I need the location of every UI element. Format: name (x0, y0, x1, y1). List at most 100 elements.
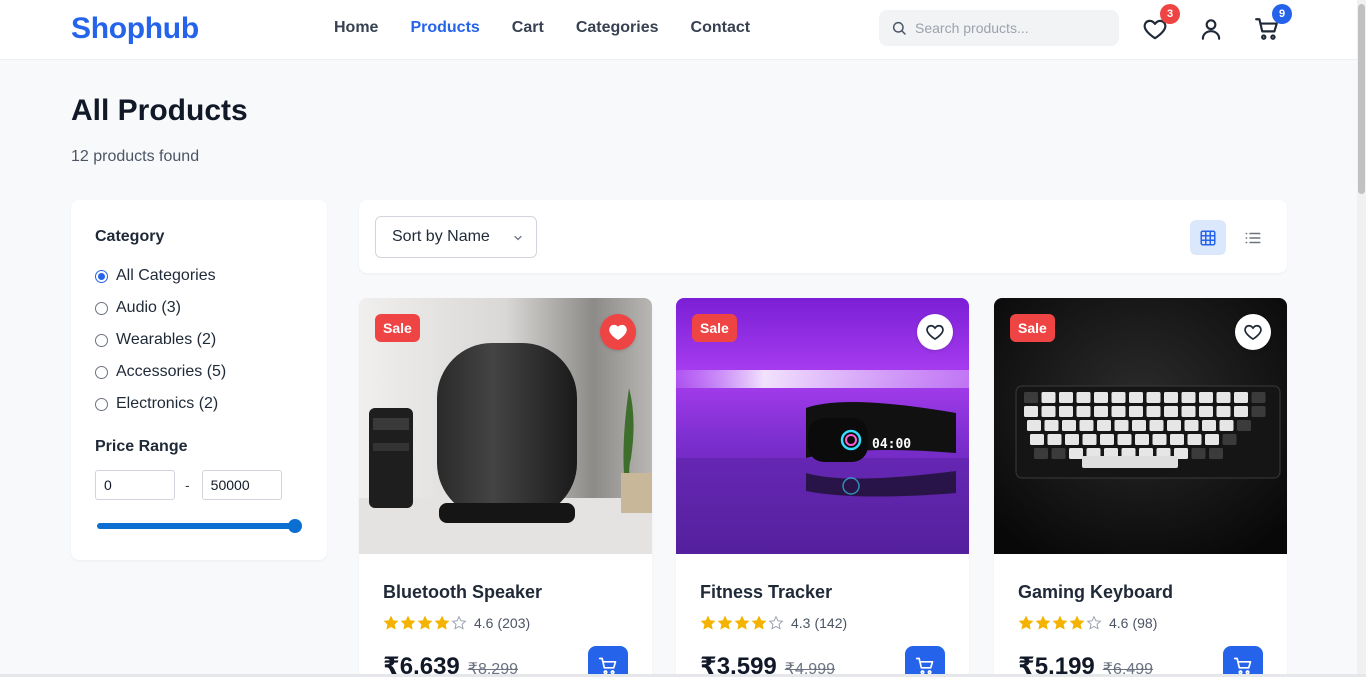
nav-home[interactable]: Home (334, 19, 378, 37)
cart-icon (915, 657, 934, 675)
sale-badge: Sale (375, 314, 420, 342)
cart-count-badge: 9 (1272, 4, 1292, 24)
category-label: Wearables (2) (116, 331, 217, 348)
cart-icon (598, 657, 617, 675)
category-option[interactable]: All Categories (95, 260, 303, 292)
scrollbar-thumb[interactable] (1358, 4, 1365, 194)
nav-contact[interactable]: Contact (691, 19, 751, 37)
price-range-slider[interactable] (95, 518, 302, 534)
page-scrollbar[interactable] (1357, 0, 1366, 677)
category-list: All Categories Audio (3) Wearables (2) Acce… (95, 260, 303, 420)
star-icon (1052, 615, 1068, 630)
star-icon (768, 615, 784, 630)
star-icon (1035, 615, 1051, 630)
star-icon (751, 615, 767, 630)
nav-products[interactable]: Products (410, 19, 479, 37)
account-button[interactable] (1198, 16, 1224, 42)
star-icon (717, 615, 733, 630)
grid-view-button[interactable] (1190, 220, 1226, 255)
grid-view-icon (1200, 230, 1216, 245)
price-range-heading: Price Range (95, 438, 188, 455)
star-icon (1018, 615, 1034, 630)
sale-badge: Sale (1010, 314, 1055, 342)
price-max-input[interactable] (201, 470, 282, 500)
sort-label: Sort by Name (392, 228, 490, 245)
star-icon (417, 615, 433, 630)
product-name[interactable]: Gaming Keyboard (1018, 582, 1173, 603)
star-rating (383, 615, 468, 631)
category-option[interactable]: Wearables (2) (95, 324, 303, 356)
category-radio[interactable] (95, 397, 108, 411)
category-radio[interactable] (95, 333, 108, 347)
add-to-cart-button[interactable] (1223, 646, 1263, 677)
price-separator: - (185, 477, 190, 493)
star-icon (434, 615, 450, 630)
category-label: All Categories (116, 267, 216, 284)
main-nav: Home Products Cart Categories Contact (334, 19, 782, 37)
product-card[interactable]: Sale Gaming Keyboard 4.6 (98) ₹5,199 ₹6,… (994, 298, 1287, 677)
filter-sidebar: Category All Categories Audio (3) Wearable… (71, 200, 327, 560)
category-label: Audio (3) (116, 299, 181, 316)
star-icon (383, 615, 399, 630)
page-title: All Products (71, 94, 248, 127)
sale-badge: Sale (692, 314, 737, 342)
cart-icon (1233, 657, 1252, 675)
product-card[interactable]: 04:00 Sale Fitness Tracker 4.3 (142) ₹3,… (676, 298, 969, 677)
review-count: (142) (814, 615, 848, 631)
add-to-cart-button[interactable] (588, 646, 628, 677)
star-icon (1086, 615, 1102, 630)
logo[interactable]: Shophub (71, 12, 199, 46)
user-icon (1201, 19, 1221, 40)
star-icon (734, 615, 750, 630)
add-to-cart-button[interactable] (905, 646, 945, 677)
price-range-inputs: - (95, 470, 303, 500)
product-rating: 4.6 (98) (1018, 615, 1157, 631)
category-option[interactable]: Accessories (5) (95, 356, 303, 388)
category-radio[interactable] (95, 365, 108, 379)
product-rating: 4.3 (142) (700, 615, 847, 631)
rating-value: 4.6 (474, 615, 494, 631)
product-toolbar: Sort by Name (359, 200, 1287, 273)
nav-cart[interactable]: Cart (512, 19, 544, 37)
wishlist-toggle[interactable] (917, 314, 953, 350)
star-rating (1018, 615, 1103, 631)
product-name[interactable]: Bluetooth Speaker (383, 582, 542, 603)
slider-fill (97, 523, 295, 529)
star-rating (700, 615, 785, 631)
top-nav-bar: Shophub Home Products Cart Categories Co… (0, 0, 1357, 60)
rating-value: 4.6 (1109, 615, 1129, 631)
category-option[interactable]: Electronics (2) (95, 388, 303, 420)
svg-text:04:00: 04:00 (872, 437, 911, 452)
search-icon (892, 21, 906, 35)
category-radio[interactable] (95, 301, 108, 315)
slider-thumb[interactable] (288, 519, 302, 533)
category-heading: Category (95, 228, 165, 245)
category-option[interactable]: Audio (3) (95, 292, 303, 324)
rating-value: 4.3 (791, 615, 811, 631)
product-card[interactable]: Sale Bluetooth Speaker 4.6 (203) ₹6,639 … (359, 298, 652, 677)
wishlist-toggle[interactable] (1235, 314, 1271, 350)
cart-button[interactable]: 9 (1254, 4, 1292, 42)
star-icon (451, 615, 467, 630)
product-rating: 4.6 (203) (383, 615, 530, 631)
sort-dropdown[interactable]: Sort by Name (375, 216, 537, 258)
list-view-button[interactable] (1235, 220, 1271, 255)
result-count: 12 products found (71, 148, 200, 165)
category-label: Accessories (5) (116, 363, 227, 380)
star-icon (400, 615, 416, 630)
wishlist-button[interactable]: 3 (1142, 4, 1180, 42)
chevron-down-icon (514, 235, 522, 241)
search-input[interactable] (915, 20, 1105, 36)
product-name[interactable]: Fitness Tracker (700, 582, 832, 603)
search-box (879, 10, 1119, 46)
category-radio[interactable] (95, 269, 108, 283)
heart-icon (1244, 324, 1262, 341)
wishlist-toggle[interactable] (600, 314, 636, 350)
price-min-input[interactable] (95, 470, 175, 500)
wishlist-count-badge: 3 (1160, 4, 1180, 24)
nav-categories[interactable]: Categories (576, 19, 659, 37)
review-count: (98) (1132, 615, 1158, 631)
list-view-icon (1245, 232, 1261, 243)
review-count: (203) (497, 615, 531, 631)
category-label: Electronics (2) (116, 395, 219, 412)
